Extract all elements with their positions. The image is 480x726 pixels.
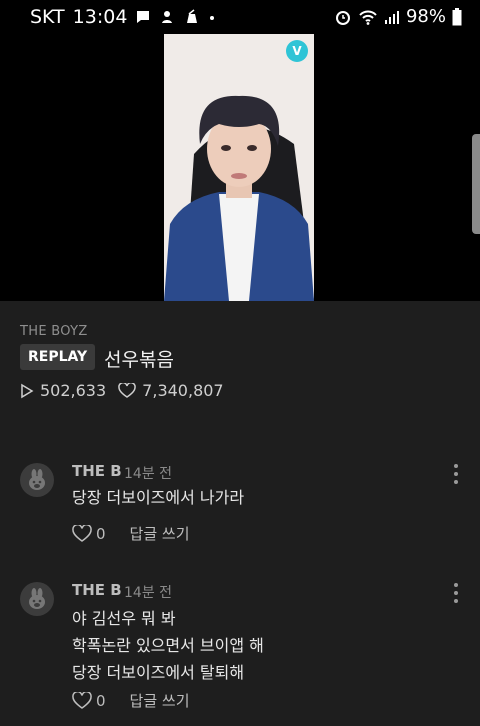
heart-icon[interactable] [72, 524, 92, 543]
comment-text: 야 김선우 뭐 봐 학폭논란 있으면서 브이앱 해 당장 더보이즈에서 탈퇴해 [72, 605, 264, 686]
heart-icon [118, 382, 136, 399]
more-icon[interactable] [448, 462, 464, 484]
status-left: SKT 13:04 [30, 6, 217, 28]
video-stats: 502,633 7,340,807 [20, 381, 224, 400]
battery-label: 98% [405, 6, 446, 27]
replay-badge: REPLAY [20, 344, 96, 370]
avatar-icon[interactable] [20, 463, 54, 497]
wifi-icon [358, 8, 378, 26]
recycle-icon [183, 9, 199, 25]
comment-item: THE B 14분 전 야 김선우 뭐 봐 학폭논란 있으면서 브이앱 해 당장… [0, 574, 480, 726]
scrollbar-thumb[interactable] [472, 134, 480, 234]
comment-line: 야 김선우 뭐 봐 [72, 609, 176, 628]
comment-time: 14분 전 [124, 466, 173, 482]
vlive-logo-icon: V [286, 40, 308, 62]
comment-text: 당장 더보이즈에서 나가라 [72, 486, 244, 510]
comment-like-count: 0 [96, 524, 106, 543]
video-frame: V [164, 34, 314, 301]
video-title: 선우볶음 [104, 349, 174, 371]
reply-button[interactable]: 답글 쓰기 [130, 523, 190, 544]
play-icon [20, 383, 34, 399]
comment-author[interactable]: THE B [72, 462, 122, 480]
battery-icon [452, 7, 462, 26]
signal-icon [384, 9, 400, 25]
comment-line: 당장 더보이즈에서 탈퇴해 [72, 663, 245, 682]
comment-line: 당장 더보이즈에서 나가라 [72, 488, 245, 507]
status-bar: SKT 13:04 98% [0, 0, 480, 34]
like-count: 7,340,807 [142, 381, 224, 400]
comment-like-count: 0 [96, 691, 106, 710]
comment-item: THE B 14분 전 당장 더보이즈에서 나가라 0 답글 쓰기 [0, 455, 480, 555]
dot-icon [207, 9, 217, 25]
comment-actions: 0 답글 쓰기 [72, 690, 190, 711]
vlive-watermark-text: V [292, 44, 302, 58]
reply-button[interactable]: 답글 쓰기 [130, 690, 190, 711]
view-count: 502,633 [40, 381, 107, 400]
comment-time: 14분 전 [124, 585, 173, 601]
avatar-icon[interactable] [20, 582, 54, 616]
comment-author[interactable]: THE B [72, 581, 122, 599]
video-player[interactable]: V [0, 34, 480, 301]
channel-name[interactable]: THE BOYZ [20, 324, 88, 339]
alarm-icon [334, 8, 352, 26]
video-thumbnail [164, 34, 314, 301]
more-icon[interactable] [448, 581, 464, 603]
comment-line: 학폭논란 있으면서 브이앱 해 [72, 636, 264, 655]
status-right: 98% [334, 6, 462, 27]
clock-label: 13:04 [72, 6, 128, 28]
heart-icon[interactable] [72, 691, 92, 710]
comment-actions: 0 답글 쓰기 [72, 523, 190, 544]
video-info: THE BOYZ REPLAY 선우볶음 502,633 7,340,807 [0, 301, 480, 421]
message-icon [135, 9, 151, 25]
carrier-label: SKT [30, 6, 65, 28]
notification-icon [159, 9, 175, 25]
